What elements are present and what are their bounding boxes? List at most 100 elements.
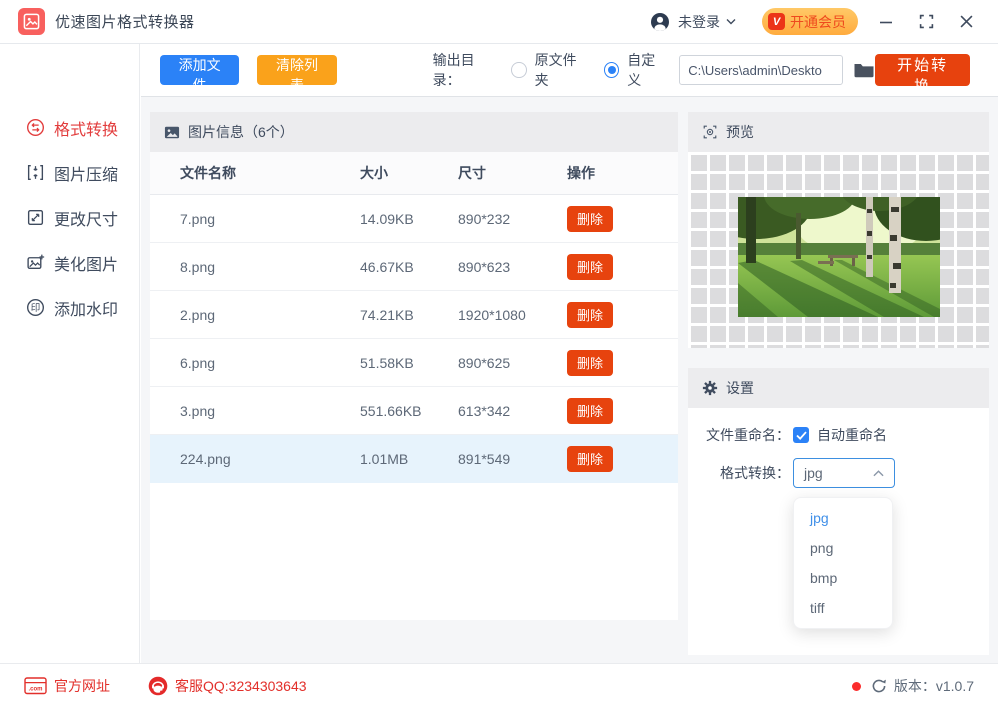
- statusbar: .com 官方网址 客服QQ:3234303643 版本：v1.0.7: [0, 663, 998, 708]
- watermark-icon: 印: [27, 299, 44, 316]
- preview-panel: 预览: [688, 112, 989, 348]
- delete-button[interactable]: 删除: [567, 349, 613, 376]
- support-qq-label: 客服QQ:3234303643: [175, 678, 307, 694]
- svg-text:.com: .com: [28, 687, 42, 693]
- website-icon: .com: [24, 677, 47, 695]
- close-button[interactable]: [954, 10, 978, 34]
- file-dims: 891*549: [458, 450, 511, 467]
- format-convert-icon: [27, 119, 44, 136]
- start-convert-button[interactable]: 开始转换: [875, 54, 970, 95]
- col-dims: 尺寸: [458, 165, 486, 181]
- sidebar-item-label: 添加水印: [54, 301, 119, 319]
- status-dot: [851, 681, 861, 691]
- table-column-header: 文件名称 大小 尺寸 操作: [150, 152, 678, 195]
- format-select[interactable]: jpg: [793, 458, 895, 488]
- settings-title: 设置: [726, 380, 754, 396]
- dropdown-option-bmp[interactable]: bmp: [794, 563, 892, 593]
- format-label: 格式转换：: [720, 465, 790, 481]
- chevron-down-icon[interactable]: [726, 18, 736, 25]
- file-name: 6.png: [180, 354, 216, 371]
- toolbar: 添加文件 清除列表 输出目录： 原文件夹 自定义 开始转换: [141, 44, 998, 97]
- minimize-button[interactable]: [874, 10, 898, 34]
- col-size: 大小: [360, 165, 388, 181]
- table-row[interactable]: 3.png 551.66KB 613*342 删除: [150, 387, 678, 435]
- file-dims: 1920*1080: [458, 306, 526, 323]
- clear-list-button[interactable]: 清除列表: [257, 55, 337, 93]
- support-qq-link[interactable]: 客服QQ:3234303643: [148, 676, 307, 696]
- file-dims: 890*232: [458, 210, 511, 227]
- format-dropdown-menu: jpg png bmp tiff: [793, 497, 893, 629]
- format-select-value: jpg: [804, 465, 823, 481]
- sidebar-item-format-convert[interactable]: 格式转换: [0, 105, 139, 150]
- preview-header: 预览: [688, 112, 989, 152]
- file-list-panel: 图片信息（6个） 文件名称 大小 尺寸 操作 7.png 14.09KB 890…: [150, 112, 678, 620]
- delete-button[interactable]: 删除: [567, 205, 613, 232]
- refresh-icon[interactable]: [871, 678, 887, 694]
- table-row[interactable]: 8.png 46.67KB 890*623 删除: [150, 243, 678, 291]
- login-status[interactable]: 未登录: [678, 12, 720, 32]
- sidebar-item-image-compress[interactable]: 图片压缩: [0, 150, 139, 195]
- file-dims: 613*342: [458, 402, 511, 419]
- sidebar-item-label: 图片压缩: [54, 166, 119, 184]
- settings-header: 设置: [688, 368, 989, 408]
- delete-button[interactable]: 删除: [567, 445, 613, 472]
- sidebar-item-beautify[interactable]: 美化图片: [0, 240, 139, 285]
- preview-title: 预览: [726, 124, 754, 140]
- output-dir-label: 输出目录：: [432, 52, 475, 88]
- delete-button[interactable]: 删除: [567, 253, 613, 280]
- app-logo-icon: [18, 8, 45, 35]
- vip-button[interactable]: V 开通会员: [762, 8, 858, 35]
- sidebar-item-resize[interactable]: 更改尺寸: [0, 195, 139, 240]
- table-row-selected[interactable]: 224.png 1.01MB 891*549 删除: [150, 435, 678, 483]
- official-website-link[interactable]: .com 官方网址: [24, 676, 110, 696]
- col-filename: 文件名称: [180, 165, 236, 181]
- sidebar: 格式转换 图片压缩 更改尺寸 美化图片 印 添加水印: [0, 44, 140, 663]
- customer-service-icon: [148, 676, 168, 696]
- titlebar: 优速图片格式转换器 未登录 V 开通会员: [0, 0, 998, 44]
- vip-icon: V: [768, 13, 785, 30]
- sidebar-item-label: 格式转换: [54, 121, 119, 139]
- dropdown-option-jpg[interactable]: jpg: [794, 503, 892, 533]
- image-compress-icon: [27, 164, 44, 181]
- app-title: 优速图片格式转换器: [55, 14, 195, 31]
- radio-custom-folder-label[interactable]: 自定义: [627, 50, 667, 90]
- auto-rename-label[interactable]: 自动重命名: [817, 425, 887, 445]
- auto-rename-checkbox[interactable]: [793, 427, 809, 443]
- browse-folder-icon[interactable]: [853, 61, 875, 79]
- maximize-button[interactable]: [914, 10, 938, 34]
- svg-text:印: 印: [31, 302, 41, 314]
- preview-image: [738, 197, 940, 317]
- rename-label: 文件重命名：: [706, 427, 790, 443]
- sidebar-item-label: 更改尺寸: [54, 211, 119, 229]
- delete-button[interactable]: 删除: [567, 301, 613, 328]
- file-name: 8.png: [180, 258, 216, 275]
- radio-original-folder-label[interactable]: 原文件夹: [535, 50, 588, 90]
- file-list-title: 图片信息（6个）: [188, 124, 294, 140]
- dropdown-option-png[interactable]: png: [794, 533, 892, 563]
- file-size: 46.67KB: [360, 258, 414, 275]
- file-name: 224.png: [180, 450, 231, 467]
- official-website-label: 官方网址: [54, 678, 110, 694]
- user-avatar-icon[interactable]: [650, 12, 670, 32]
- table-row[interactable]: 2.png 74.21KB 1920*1080 删除: [150, 291, 678, 339]
- add-files-button[interactable]: 添加文件: [160, 55, 240, 93]
- file-name: 3.png: [180, 402, 216, 419]
- file-list-header: 图片信息（6个）: [150, 112, 678, 152]
- dropdown-option-tiff[interactable]: tiff: [794, 593, 892, 623]
- file-name: 7.png: [180, 210, 216, 227]
- file-dims: 890*625: [458, 354, 511, 371]
- radio-custom-folder[interactable]: [603, 62, 620, 78]
- table-row[interactable]: 7.png 14.09KB 890*232 删除: [150, 195, 678, 243]
- gear-icon: [702, 380, 718, 396]
- output-path-input[interactable]: [679, 55, 844, 85]
- file-size: 51.58KB: [360, 354, 414, 371]
- sidebar-item-watermark[interactable]: 印 添加水印: [0, 285, 139, 330]
- app-window: 优速图片格式转换器 未登录 V 开通会员 格式转换 图片压缩 更改尺寸 美化图片…: [0, 0, 998, 708]
- sidebar-item-label: 美化图片: [54, 256, 119, 274]
- delete-button[interactable]: 删除: [567, 397, 613, 424]
- table-row[interactable]: 6.png 51.58KB 890*625 删除: [150, 339, 678, 387]
- preview-eye-icon: [703, 125, 717, 139]
- radio-original-folder[interactable]: [511, 62, 527, 78]
- resize-icon: [27, 209, 44, 226]
- version-label: 版本：v1.0.7: [893, 678, 974, 694]
